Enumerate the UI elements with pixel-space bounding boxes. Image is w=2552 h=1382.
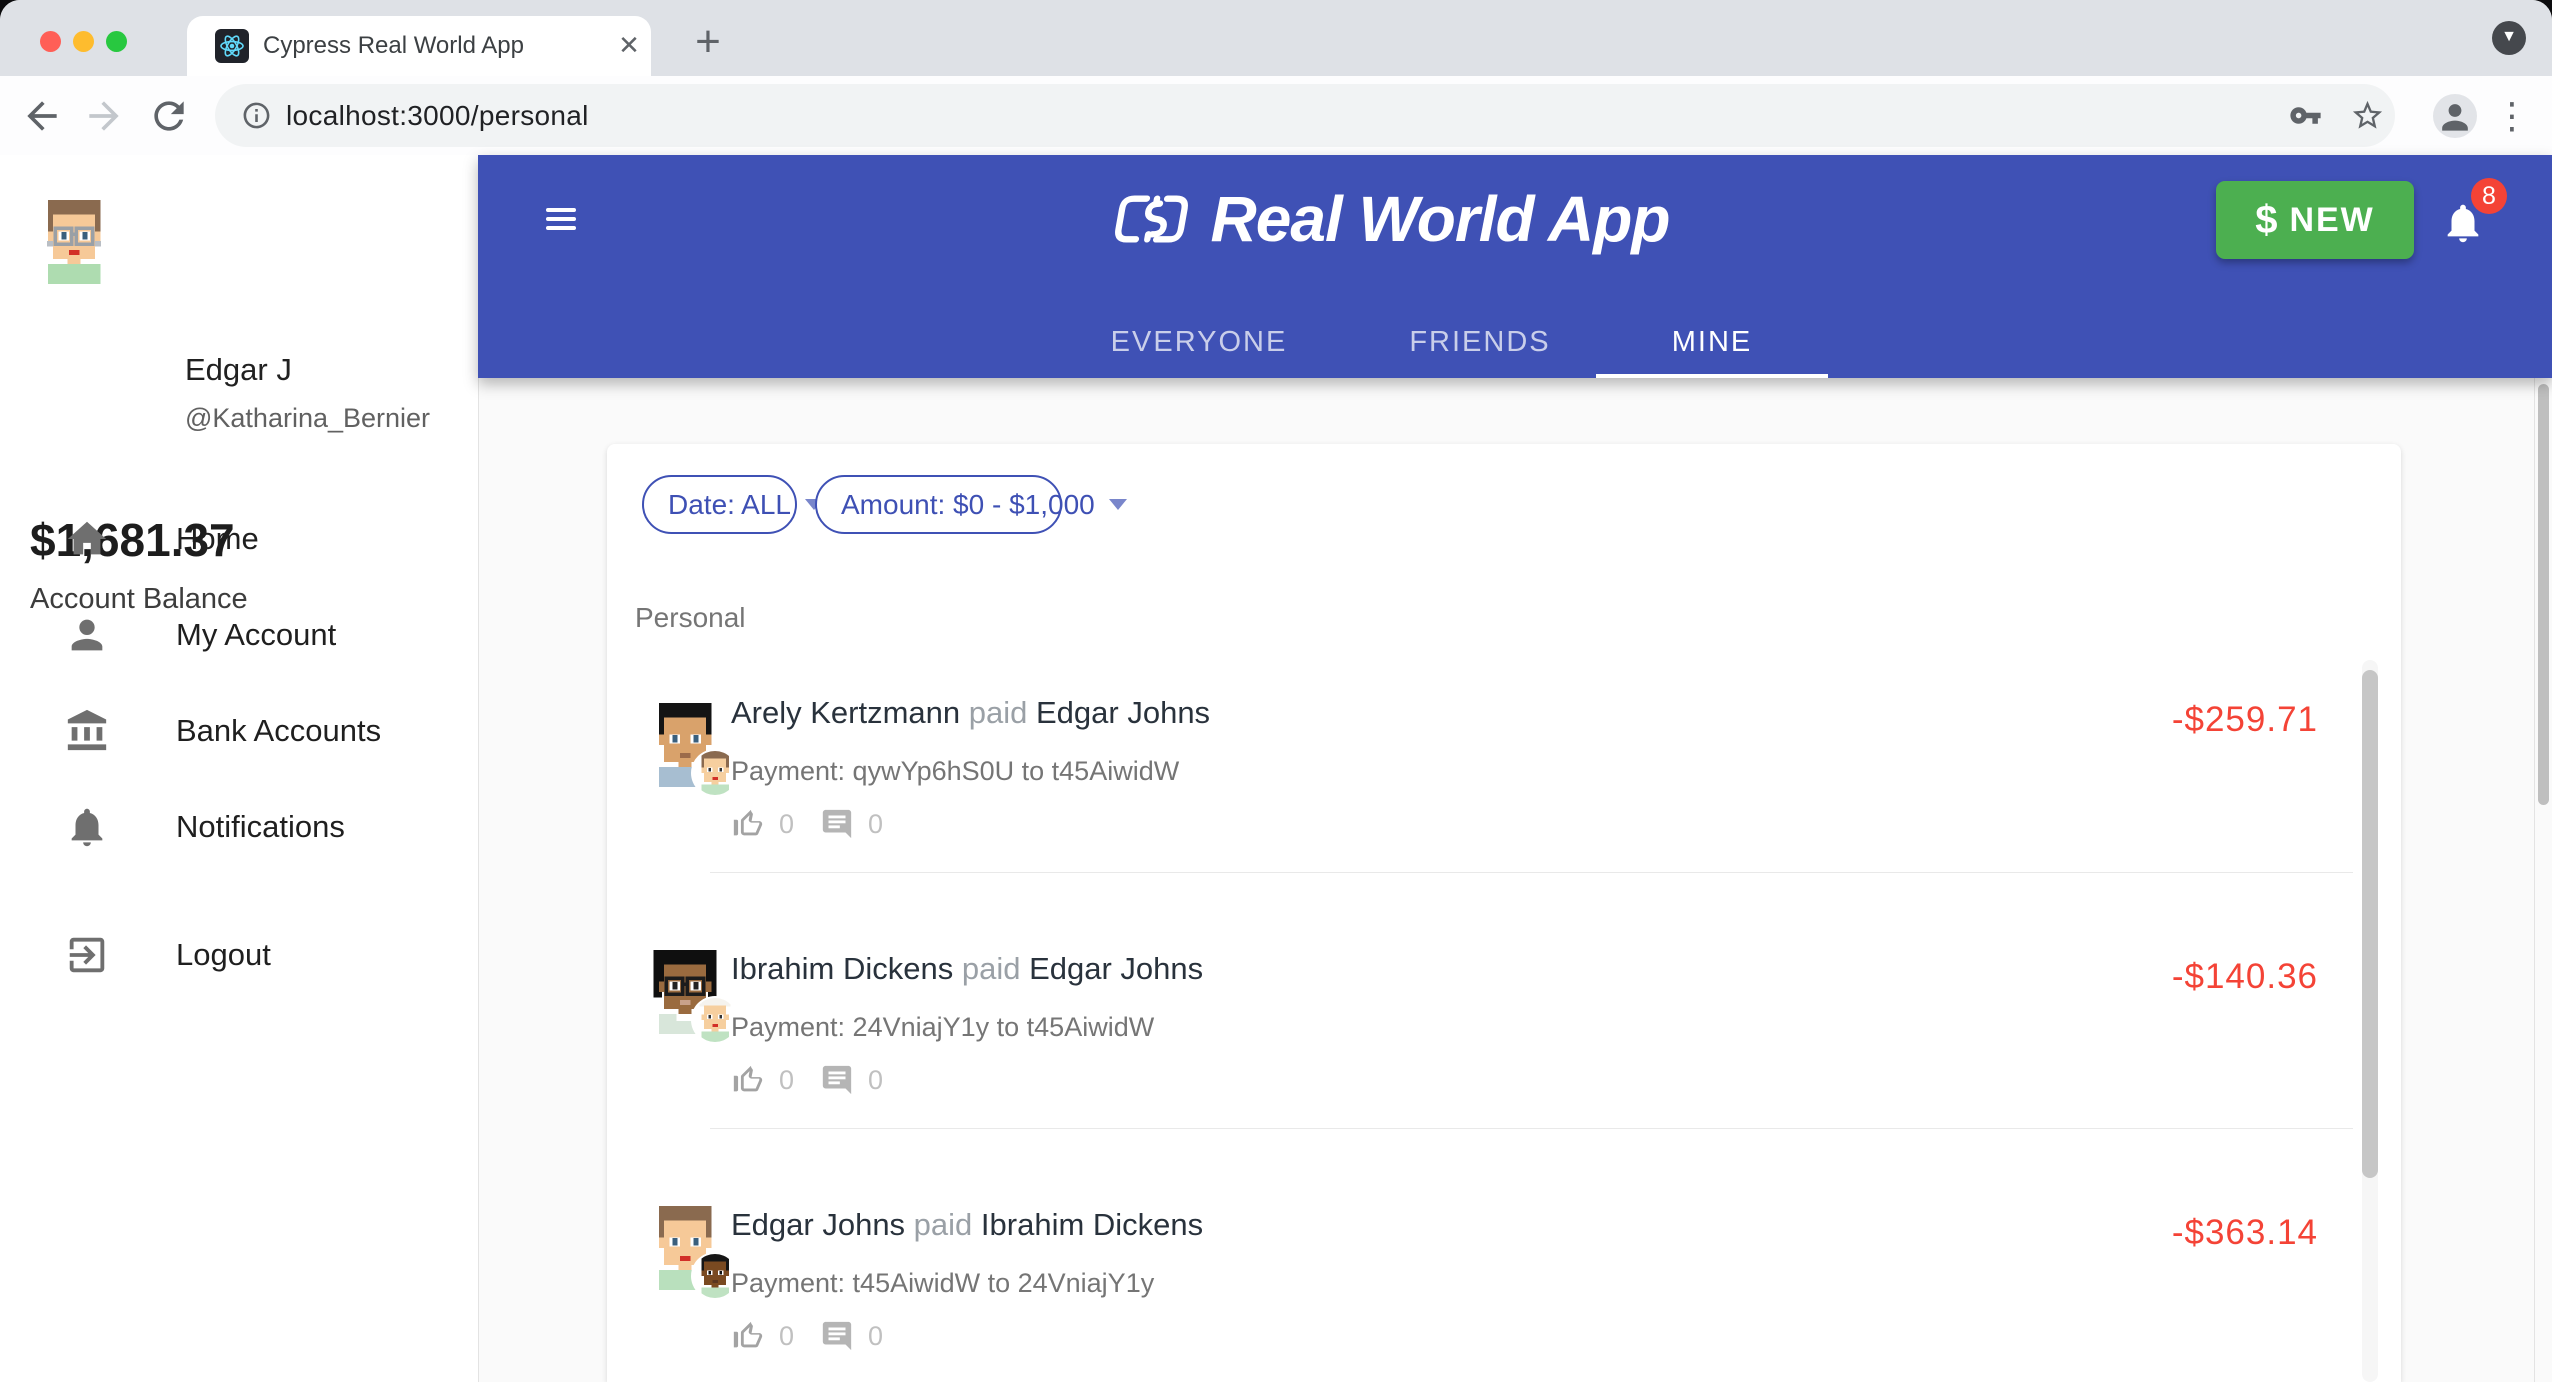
transaction-avatar xyxy=(643,1206,737,1298)
transaction-actions: 0 0 xyxy=(731,1319,883,1353)
sidebar-item-logout[interactable]: Logout xyxy=(0,915,478,995)
window-minimize-button[interactable] xyxy=(73,31,94,52)
transaction-amount: -$259.71 xyxy=(2171,700,2318,739)
sidebar: Edgar J @Katharina_Bernier $1,681.37 Acc… xyxy=(0,155,479,1382)
transaction-description: Payment: qywYp6hS0U to t45AiwidW xyxy=(731,756,1180,786)
sidebar-item-home[interactable]: Home xyxy=(0,499,478,579)
transaction-actions: 0 0 xyxy=(731,807,883,841)
transaction-amount: -$140.36 xyxy=(2171,957,2318,996)
window-zoom-button[interactable] xyxy=(106,31,127,52)
react-favicon xyxy=(215,29,249,63)
bank-icon xyxy=(67,709,107,751)
tab-friends[interactable]: FRIENDS xyxy=(1364,306,1596,378)
tab-close-icon[interactable]: ✕ xyxy=(611,16,647,76)
sidebar-item-label: Home xyxy=(176,521,259,556)
bookmark-star-icon[interactable] xyxy=(2350,98,2385,133)
sidebar-item-label: My Account xyxy=(176,617,337,652)
action-word: paid xyxy=(913,1207,973,1242)
rwa-logo-icon xyxy=(1115,195,1188,243)
new-tab-button[interactable]: + xyxy=(686,14,730,74)
like-icon[interactable] xyxy=(731,807,765,841)
sender-name: Arely Kertzmann xyxy=(731,695,969,730)
browser-tab-active[interactable]: Cypress Real World App ✕ xyxy=(187,16,651,76)
receiver-name: Ibrahim Dickens xyxy=(980,1207,1204,1242)
home-icon xyxy=(67,521,107,555)
comment-icon[interactable] xyxy=(820,807,854,841)
sender-name: Ibrahim Dickens xyxy=(731,951,962,986)
browser-menu-icon[interactable]: ⋮ xyxy=(2494,94,2530,138)
bell-icon xyxy=(71,808,103,847)
person-icon xyxy=(2442,104,2468,131)
transaction-title: Edgar Johns paid Ibrahim Dickens xyxy=(731,1207,1203,1243)
logout-icon xyxy=(69,937,105,973)
action-word: paid xyxy=(968,695,1028,730)
app-title: Real World App xyxy=(1210,183,1671,255)
url-text[interactable]: localhost:3000/personal xyxy=(286,84,589,147)
transaction-description: Payment: t45AiwidW to 24VniajY1y xyxy=(731,1268,1155,1298)
back-button[interactable] xyxy=(20,94,64,138)
browser-tabstrip: Cypress Real World App ✕ + ▼ xyxy=(0,0,2552,76)
app-logo[interactable]: Real World App xyxy=(1115,182,1670,256)
browser-profile-avatar[interactable] xyxy=(2433,94,2477,138)
transaction-actions: 0 0 xyxy=(731,1063,883,1097)
new-transaction-button[interactable]: $ NEW xyxy=(2216,181,2414,259)
transactions-card: Date: ALL Amount: $0 - $1,000 Personal A… xyxy=(607,444,2401,1382)
receiver-name: Edgar Johns xyxy=(1036,695,1211,730)
app-header: Real World App $ NEW 8 EVERYONE FRIENDS … xyxy=(478,155,2552,378)
tab-mine[interactable]: MINE xyxy=(1596,306,1828,378)
browser-window: Cypress Real World App ✕ + ▼ localhost:3… xyxy=(0,0,2552,1382)
site-info-icon[interactable] xyxy=(241,100,272,131)
transaction-title: Arely Kertzmann paid Edgar Johns xyxy=(731,695,1210,731)
comment-icon[interactable] xyxy=(820,1063,854,1097)
transaction-title: Ibrahim Dickens paid Edgar Johns xyxy=(731,951,1203,987)
person-icon xyxy=(71,619,103,651)
window-close-button[interactable] xyxy=(40,31,61,52)
transaction-list: Arely Kertzmann paid Edgar Johns Payment… xyxy=(607,444,2401,1382)
transaction-row[interactable]: Ibrahim Dickens paid Edgar Johns Payment… xyxy=(607,872,2353,1128)
comment-count: 0 xyxy=(868,1064,884,1095)
user-avatar xyxy=(32,200,116,284)
tab-search-button[interactable]: ▼ xyxy=(2492,21,2526,55)
like-count: 0 xyxy=(779,1064,795,1095)
sidebar-item-label: Notifications xyxy=(176,809,345,844)
page-scrollbar-thumb[interactable] xyxy=(2538,384,2549,805)
transaction-avatar xyxy=(643,950,737,1042)
comment-icon[interactable] xyxy=(820,1319,854,1353)
transaction-amount: -$363.14 xyxy=(2171,1213,2318,1252)
reload-button[interactable] xyxy=(147,94,191,138)
sender-name: Edgar Johns xyxy=(731,1207,914,1242)
like-count: 0 xyxy=(779,1320,795,1351)
notification-count-badge: 8 xyxy=(2471,178,2507,214)
tab-everyone[interactable]: EVERYONE xyxy=(1034,306,1364,378)
list-scrollbar-thumb[interactable] xyxy=(2362,670,2378,1178)
sidebar-item-label: Bank Accounts xyxy=(176,713,382,748)
sidebar-item-bank-accounts[interactable]: Bank Accounts xyxy=(0,691,478,771)
like-icon[interactable] xyxy=(731,1063,765,1097)
like-icon[interactable] xyxy=(731,1319,765,1353)
menu-hamburger-button[interactable] xyxy=(546,208,576,230)
sidebar-item-label: Logout xyxy=(176,937,271,972)
comment-count: 0 xyxy=(868,808,884,839)
sidebar-item-my-account[interactable]: My Account xyxy=(0,595,478,675)
sidebar-item-notifications[interactable]: Notifications xyxy=(0,787,478,867)
transaction-avatar xyxy=(643,703,737,795)
action-word: paid xyxy=(961,951,1021,986)
comment-count: 0 xyxy=(868,1320,884,1351)
feed-tabs: EVERYONE FRIENDS MINE xyxy=(478,306,2552,378)
password-key-icon[interactable] xyxy=(2289,99,2322,132)
notifications-bell-button[interactable]: 8 xyxy=(2438,178,2507,254)
receiver-name: Edgar Johns xyxy=(1029,951,1204,986)
user-name: Edgar J xyxy=(185,352,292,387)
transaction-description: Payment: 24VniajY1y to t45AiwidW xyxy=(731,1012,1155,1042)
user-handle: @Katharina_Bernier xyxy=(185,403,431,433)
chevron-down-icon: ▼ xyxy=(2501,28,2517,45)
tab-title: Cypress Real World App xyxy=(263,32,524,59)
forward-button-disabled[interactable] xyxy=(82,94,126,138)
dollar-icon: $ xyxy=(2255,197,2278,242)
transaction-row[interactable]: Arely Kertzmann paid Edgar Johns Payment… xyxy=(607,660,2353,872)
transaction-row[interactable]: Edgar Johns paid Ibrahim Dickens Payment… xyxy=(607,1128,2353,1382)
like-count: 0 xyxy=(779,808,795,839)
